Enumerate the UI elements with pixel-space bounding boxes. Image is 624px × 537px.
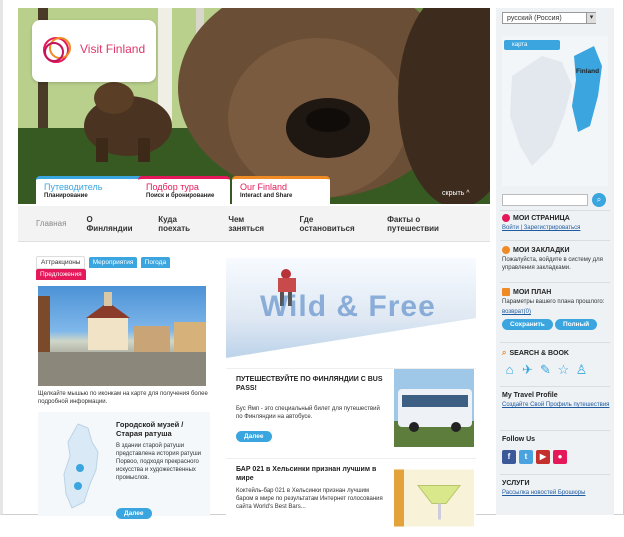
- museum-title[interactable]: Городской музей / Старая ратуша: [116, 420, 208, 438]
- bar-021-title[interactable]: БАР 021 в Хельсинки признан лучшим в мир…: [236, 465, 388, 483]
- travel-profile-section: My Travel Profile Создайте Свой Профиль …: [502, 392, 610, 409]
- tab-attractions[interactable]: Аттракционы: [36, 256, 86, 269]
- youtube-icon[interactable]: ▶: [536, 450, 550, 464]
- nav-about[interactable]: О Финляндии: [86, 215, 138, 233]
- star-icon[interactable]: ☆: [556, 362, 571, 377]
- visit-finland-logo[interactable]: Visit Finland: [32, 20, 156, 82]
- nav-accommodation[interactable]: Где остановиться: [300, 215, 368, 233]
- town-hall-photo: [38, 286, 206, 386]
- museum-card: Городской музей / Старая ратуша В здании…: [38, 412, 210, 519]
- user-icon: [502, 214, 510, 222]
- hero-tab-bar: Путеводитель Планирование Подбор тура По…: [18, 176, 490, 204]
- map-caption: Щелкайте мышью по иконкам на карте для п…: [38, 391, 208, 405]
- map-finland-label: Finland: [576, 68, 600, 75]
- museum-description: В здании старой ратуши представлена исто…: [116, 443, 202, 481]
- follow-title: Follow Us: [502, 436, 536, 443]
- cocktail-photo: [394, 469, 474, 527]
- bookmarks-text: Пожалуйста, войдите в систему для управл…: [502, 257, 603, 271]
- nav-destinations[interactable]: Куда поехать: [158, 215, 208, 233]
- person-icon[interactable]: ♙: [574, 362, 589, 377]
- wild-free-banner[interactable]: Wild & Free: [226, 258, 476, 358]
- travel-profile-link[interactable]: Создайте Свой Профиль путешествия: [502, 402, 609, 408]
- tab-tours-title: Подбор тура: [146, 182, 199, 192]
- divider: [500, 240, 610, 241]
- full-plan-button[interactable]: Полный: [555, 319, 598, 330]
- chevron-down-icon[interactable]: ▾: [586, 13, 596, 23]
- divider: [500, 430, 610, 431]
- divider: [500, 474, 610, 475]
- bookmark-icon: [502, 246, 510, 254]
- trip-title: МОИ ПЛАН: [513, 288, 552, 296]
- save-button[interactable]: Сохранить: [502, 319, 553, 330]
- tab-events[interactable]: Мероприятия: [88, 257, 138, 268]
- main-nav: Главная О Финляндии Куда поехать Чем зан…: [18, 206, 490, 242]
- map-button[interactable]: карта: [504, 40, 560, 50]
- hero-banner: Visit Finland: [18, 8, 490, 204]
- suitcase-icon: [502, 288, 510, 296]
- services-title: УСЛУГИ: [502, 480, 530, 487]
- follow-section: Follow Us: [502, 436, 610, 443]
- tab-tours[interactable]: Подбор тура Поиск и бронирование: [138, 176, 230, 204]
- social-icons: f t ▶ ●: [502, 450, 567, 464]
- divider: [500, 210, 610, 211]
- login-register-link[interactable]: Войти | Зарегистрироваться: [502, 225, 580, 231]
- trip-plan-section: МОИ ПЛАН Параметры вашего плана прошлого…: [502, 288, 610, 330]
- services-links[interactable]: Рассылка новостей Брошюры: [502, 490, 585, 496]
- bus-photo: [394, 369, 474, 447]
- nav-home[interactable]: Главная: [36, 219, 66, 228]
- tab-tours-subtitle: Поиск и бронирование: [146, 193, 215, 199]
- search-icon: ⌕: [502, 348, 507, 357]
- logo-text: Visit Finland: [80, 42, 146, 56]
- search-book-title: SEARCH & BOOK: [509, 349, 569, 357]
- facebook-icon[interactable]: f: [502, 450, 516, 464]
- sidebar-map[interactable]: Finland: [502, 36, 608, 186]
- tools-icon[interactable]: ✎: [538, 362, 553, 377]
- tab-our-finland-title: Our Finland: [240, 182, 288, 192]
- travel-profile-title: My Travel Profile: [502, 392, 558, 399]
- bookmarks-title: МОИ ЗАКЛАДКИ: [513, 246, 570, 254]
- search-input[interactable]: [502, 194, 588, 206]
- my-page-title: МОИ СТРАНИЦА: [513, 214, 570, 222]
- wild-free-text: Wild & Free: [260, 290, 436, 323]
- nav-activities[interactable]: Чем заняться: [228, 215, 279, 233]
- services-section: УСЛУГИ Рассылка новостей Брошюры: [502, 480, 610, 497]
- search-icon[interactable]: ⌕: [592, 193, 606, 207]
- tab-our-finland[interactable]: Our Finland Interact and Share: [232, 176, 330, 204]
- bookmarks-section: МОИ ЗАКЛАДКИ Пожалуйста, войдите в систе…: [502, 246, 610, 272]
- nav-travel-facts[interactable]: Факты о путешествии: [387, 215, 470, 233]
- divider: [500, 386, 610, 387]
- tab-guide[interactable]: Путеводитель Планирование: [36, 176, 146, 204]
- bus-pass-card: ПУТЕШЕСТВУЙТЕ ПО ФИНЛЯНДИИ С BUS PASS! Б…: [226, 368, 476, 448]
- trip-text: Параметры вашего плана прошлого:: [502, 299, 605, 305]
- trip-link[interactable]: возврат(0): [502, 309, 531, 315]
- bus-pass-more-button[interactable]: Далее: [236, 431, 272, 442]
- language-select[interactable]: русский (Россия): [502, 12, 596, 24]
- museum-more-button[interactable]: Далее: [116, 508, 152, 519]
- bus-pass-text: Бус Ямп - это специальный билет для путе…: [236, 406, 380, 420]
- tab-guide-title: Путеводитель: [44, 182, 103, 192]
- bar-021-card: БАР 021 в Хельсинки признан лучшим в мир…: [226, 458, 476, 527]
- collapse-hero-button[interactable]: скрыть ^: [442, 190, 470, 197]
- my-page-section: МОИ СТРАНИЦА Войти | Зарегистрироваться: [502, 214, 610, 232]
- plane-icon[interactable]: ✈: [520, 362, 535, 377]
- bar-021-text: Коктейль-бар 021 в Хельсинки признан луч…: [236, 488, 383, 510]
- tab-weather[interactable]: Погода: [140, 257, 171, 268]
- attractions-tabs: Аттракционы Мероприятия Погода Предложен…: [36, 256, 216, 280]
- finland-map-icon[interactable]: [58, 422, 104, 512]
- tab-offers[interactable]: Предложения: [36, 269, 86, 280]
- booking-icons: ⌂ ✈ ✎ ☆ ♙: [502, 362, 589, 377]
- twitter-icon[interactable]: t: [519, 450, 533, 464]
- search-book-section: ⌕ SEARCH & BOOK: [502, 348, 610, 358]
- tab-guide-subtitle: Планирование: [44, 193, 88, 199]
- bus-pass-title[interactable]: ПУТЕШЕСТВУЙТЕ ПО ФИНЛЯНДИИ С BUS PASS!: [236, 375, 388, 393]
- divider: [500, 342, 610, 343]
- finland-logo-icon: [43, 37, 71, 63]
- flickr-icon[interactable]: ●: [553, 450, 567, 464]
- home-icon[interactable]: ⌂: [502, 362, 517, 377]
- tab-our-finland-subtitle: Interact and Share: [240, 193, 293, 199]
- divider: [500, 282, 610, 283]
